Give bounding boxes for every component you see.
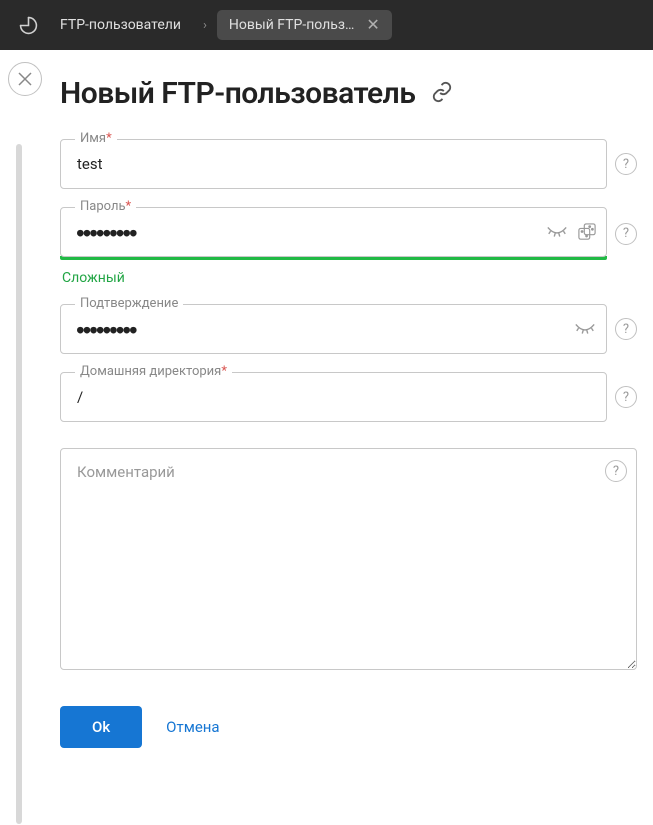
homedir-field-wrap: Домашняя директория* — [60, 372, 607, 422]
form-panel: Новый FTP-пользователь Имя* ? — [56, 50, 653, 764]
help-icon[interactable]: ? — [615, 386, 637, 408]
confirm-label: Подтверждение — [75, 296, 183, 311]
breadcrumb-label: Новый FTP-польз… — [229, 17, 354, 33]
action-bar: Ok Отмена — [60, 706, 637, 748]
password-field-wrap: Пароль* — [60, 207, 607, 257]
close-icon[interactable]: ✕ — [366, 17, 379, 33]
help-icon[interactable]: ? — [615, 223, 637, 245]
confirm-field-wrap: Подтверждение — [60, 304, 607, 354]
dashboard-icon[interactable] — [12, 9, 44, 41]
cancel-button[interactable]: Отмена — [166, 718, 219, 736]
chevron-right-icon: › — [203, 18, 207, 33]
eye-icon[interactable] — [574, 322, 596, 336]
eye-icon[interactable] — [546, 225, 568, 239]
name-field-wrap: Имя* — [60, 139, 607, 189]
comment-input[interactable] — [60, 448, 637, 670]
homedir-input[interactable] — [61, 373, 606, 421]
help-icon[interactable]: ? — [605, 460, 627, 482]
ok-button[interactable]: Ok — [60, 706, 142, 748]
page-title: Новый FTP-пользователь — [60, 76, 415, 111]
breadcrumb-ftp-users[interactable]: FTP-пользователи — [48, 10, 193, 40]
name-label: Имя* — [75, 131, 117, 146]
breadcrumb-label: FTP-пользователи — [60, 17, 181, 33]
homedir-label: Домашняя директория* — [75, 364, 232, 379]
dice-icon[interactable] — [578, 223, 596, 241]
help-icon[interactable]: ? — [615, 318, 637, 340]
help-icon[interactable]: ? — [615, 153, 637, 175]
scrollbar[interactable] — [16, 144, 22, 824]
close-panel-button[interactable] — [8, 62, 42, 96]
password-input[interactable] — [61, 208, 606, 256]
breadcrumb-new-ftp-user[interactable]: Новый FTP-польз… ✕ — [217, 10, 392, 40]
topbar: FTP-пользователи › Новый FTP-польз… ✕ — [0, 0, 653, 50]
name-input[interactable] — [61, 140, 606, 188]
password-strength-label: Сложный — [62, 270, 637, 286]
password-label: Пароль* — [75, 199, 136, 214]
link-icon[interactable] — [431, 81, 453, 107]
confirm-input[interactable] — [61, 305, 606, 353]
